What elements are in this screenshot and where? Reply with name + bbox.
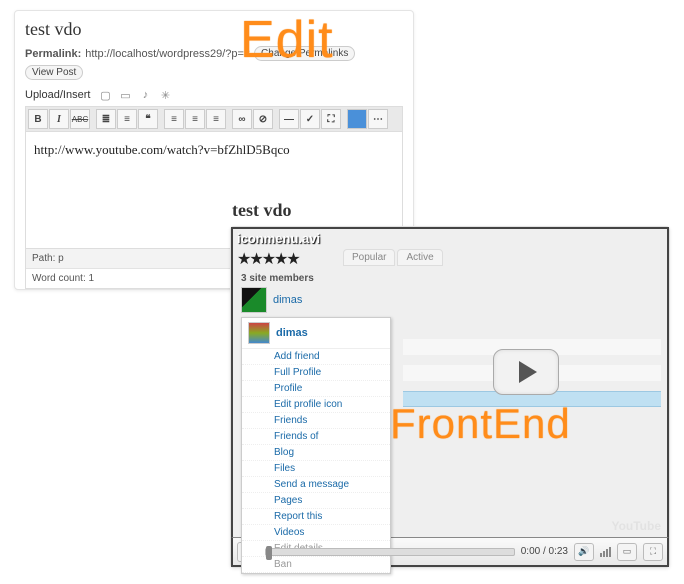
upload-row: Upload/Insert ▢ ▭ ♪ ✳ [25,88,403,102]
avatar-icon [248,322,270,344]
fullscreen-button[interactable]: ⛶ [643,543,663,561]
youtube-logo: YouTube [611,519,661,533]
align-left-button[interactable]: ≡ [164,109,184,129]
dd-ban[interactable]: Ban [242,557,390,573]
rating-stars[interactable]: ★★★★★ [237,249,299,269]
wordcount-value: 1 [89,273,95,284]
spell-button[interactable]: ✓ [300,109,320,129]
wordcount-label: Word count: [32,273,86,284]
upload-label: Upload/Insert [25,89,90,101]
fullscreen-button[interactable]: ⛶ [321,109,341,129]
annotation-edit: Edit [240,10,334,70]
view-post-button[interactable]: View Post [25,65,83,80]
quality-button[interactable]: ▭ [617,543,637,561]
annotation-frontend: FrontEnd [390,400,571,448]
ul-button[interactable]: ≣ [96,109,116,129]
avatar-icon [241,287,267,313]
member-row[interactable]: dimas [241,287,302,313]
members-count: 3 site members [241,273,314,284]
dropdown-username[interactable]: dimas [276,327,308,339]
dd-blog[interactable]: Blog [242,445,390,461]
dd-report-this[interactable]: Report this [242,509,390,525]
video-frame[interactable]: iconmenu.avi ★★★★★ Popular Active 3 site… [231,227,669,537]
dd-friends-of[interactable]: Friends of [242,429,390,445]
upload-audio-icon[interactable]: ♪ [138,88,152,102]
quote-button[interactable]: ❝ [138,109,158,129]
play-button[interactable] [493,349,559,395]
unlink-button[interactable]: ⊘ [253,109,273,129]
time-display: 0:00 / 0:23 [521,546,568,557]
path-label: Path: [32,253,55,264]
path-value: p [58,253,64,264]
ol-button[interactable]: ≡ [117,109,137,129]
dd-profile[interactable]: Profile [242,381,390,397]
kitchen-sink-button[interactable]: ⋯ [368,109,388,129]
volume-bars[interactable] [600,547,611,557]
video-player: iconmenu.avi ★★★★★ Popular Active 3 site… [230,226,670,568]
video-filename: iconmenu.avi [237,231,320,246]
dd-friends[interactable]: Friends [242,413,390,429]
align-center-button[interactable]: ≡ [185,109,205,129]
progress-knob[interactable] [266,546,272,560]
dd-full-profile[interactable]: Full Profile [242,365,390,381]
strike-button[interactable]: ABC [70,109,90,129]
upload-video-icon[interactable]: ▭ [118,88,132,102]
more-button[interactable]: — [279,109,299,129]
link-button[interactable]: ∞ [232,109,252,129]
profile-dropdown: dimas Add friend Full Profile Profile Ed… [241,317,391,574]
tab-popular[interactable]: Popular [343,249,395,266]
dd-send-message[interactable]: Send a message [242,477,390,493]
dd-add-friend[interactable]: Add friend [242,349,390,365]
play-icon [519,361,537,383]
dd-pages[interactable]: Pages [242,493,390,509]
italic-button[interactable]: I [49,109,69,129]
tabs: Popular Active [343,249,443,266]
editor-toolbar: B I ABC ≣ ≡ ❝ ≡ ≡ ≡ ∞ ⊘ — ✓ ⛶ ⋯ [25,106,403,132]
frontend-title: test vdo [232,200,292,221]
dd-files[interactable]: Files [242,461,390,477]
upload-media-icon[interactable]: ✳ [158,88,172,102]
volume-button[interactable]: 🔊 [574,543,594,561]
permalink-label: Permalink: [25,48,81,60]
upload-image-icon[interactable]: ▢ [98,88,112,102]
permalink-row: Permalink: http://localhost/wordpress29/… [25,46,403,80]
permalink-url: http://localhost/wordpress29/?p=3 [85,48,250,60]
palette-button[interactable] [347,109,367,129]
progress-bar[interactable] [265,548,515,556]
post-title[interactable]: test vdo [25,19,403,40]
member-name[interactable]: dimas [273,294,302,306]
dropdown-header: dimas [242,318,390,349]
bold-button[interactable]: B [28,109,48,129]
dd-videos[interactable]: Videos [242,525,390,541]
align-right-button[interactable]: ≡ [206,109,226,129]
dd-edit-profile-icon[interactable]: Edit profile icon [242,397,390,413]
tab-active[interactable]: Active [397,249,442,266]
